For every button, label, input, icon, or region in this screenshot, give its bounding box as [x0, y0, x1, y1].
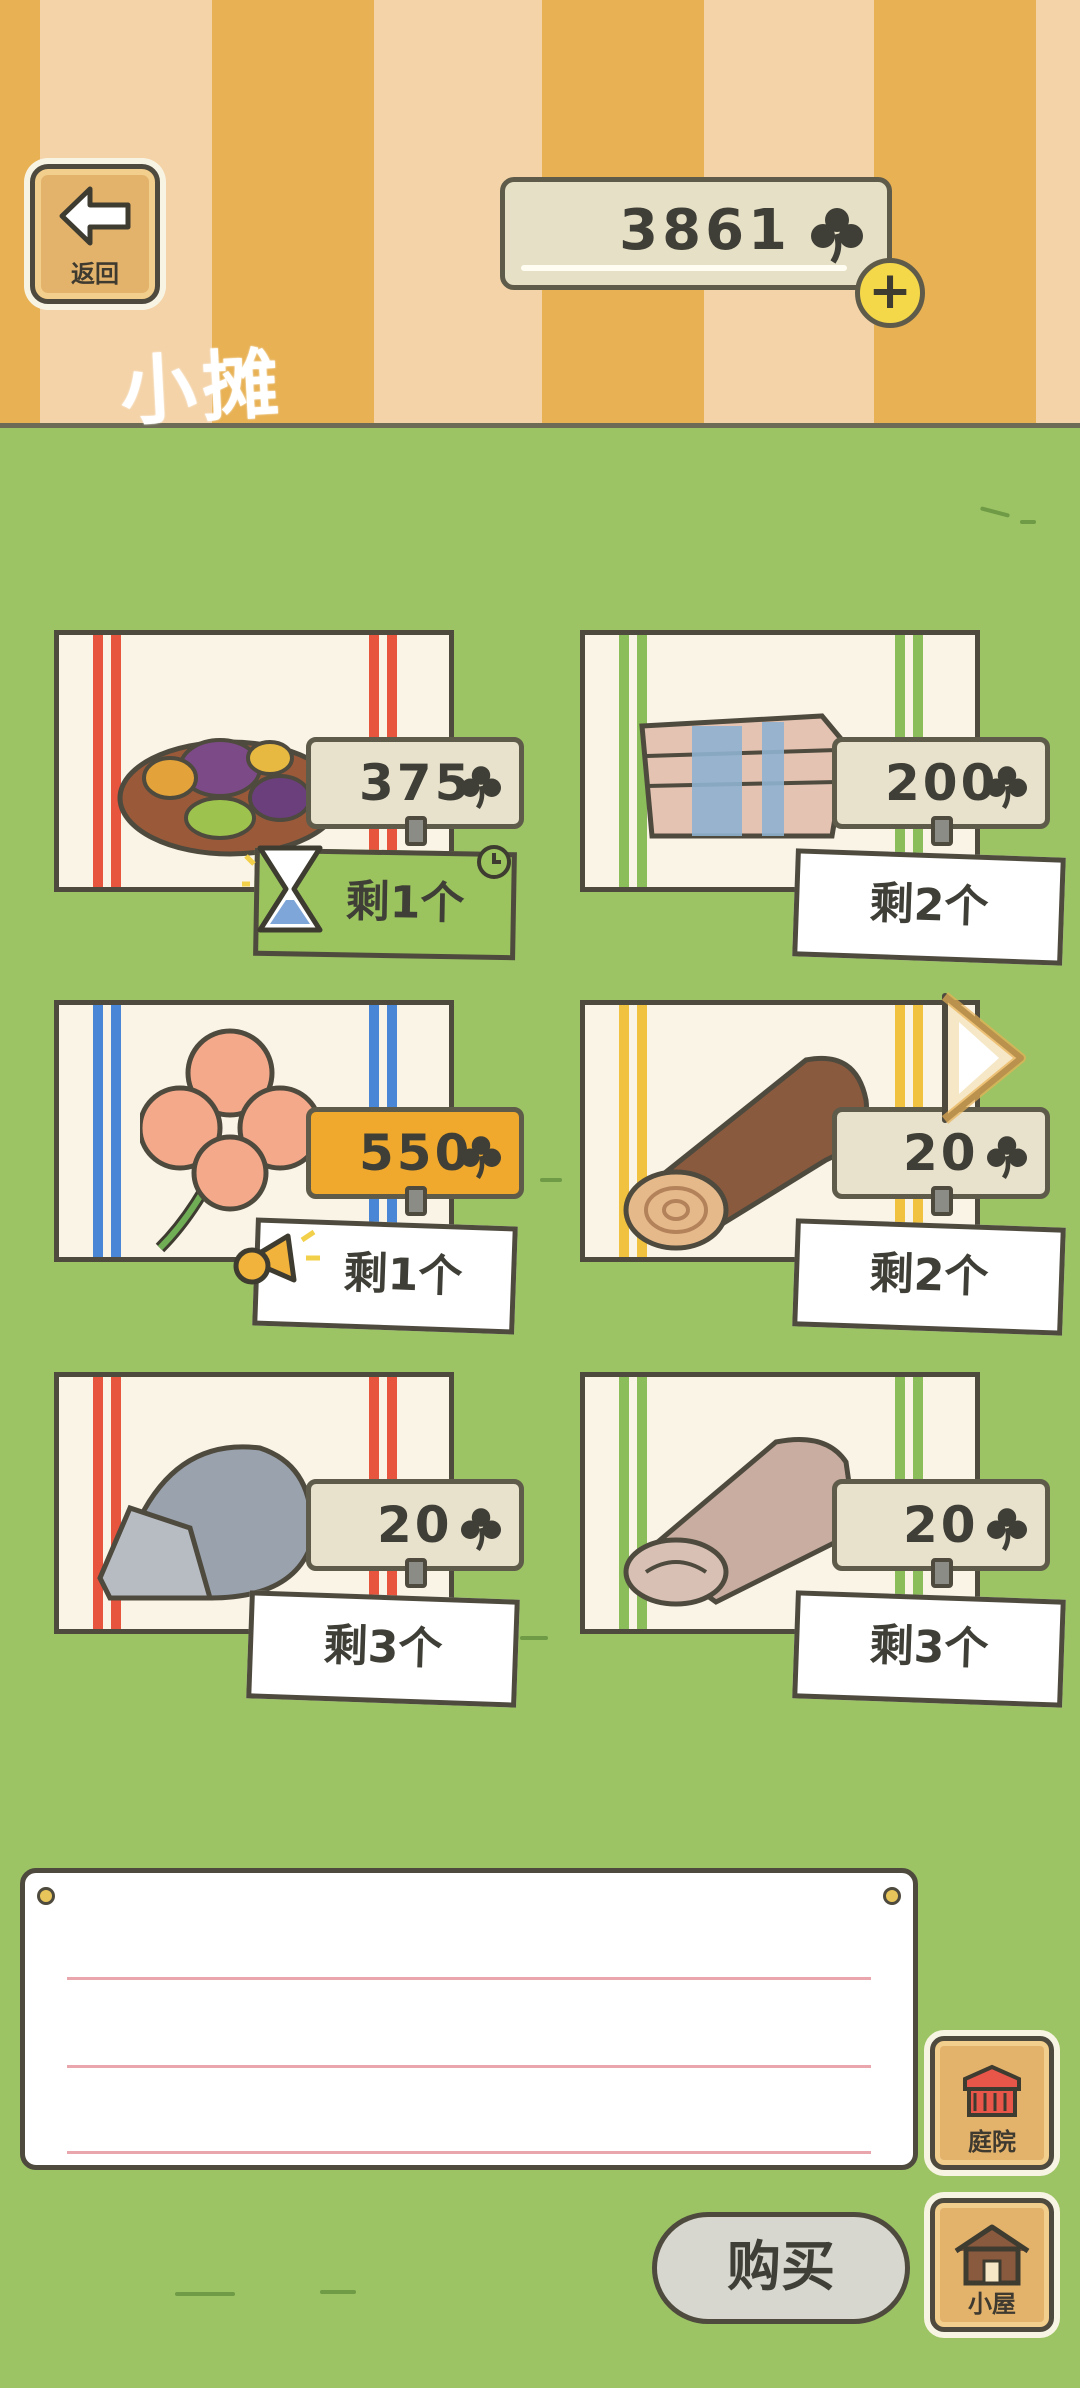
- price-tag: 200: [832, 737, 1050, 846]
- shop-item-four-leaf-clover[interactable]: 550 剩1个: [40, 1000, 524, 1335]
- price-value: 550: [359, 1124, 473, 1182]
- stock-label: 剩3个: [246, 1590, 520, 1708]
- clover-icon: [811, 208, 863, 264]
- price-tag: 550: [306, 1107, 524, 1216]
- hourglass-icon: [242, 845, 323, 933]
- coin-balance: 3861: [500, 177, 892, 290]
- shop-item-gray-stone[interactable]: 20 剩3个: [40, 1372, 524, 1708]
- item-description-board: [20, 1868, 918, 2170]
- price-value: 20: [903, 1496, 979, 1554]
- price-tag: 20: [832, 1479, 1050, 1588]
- gray-stone-icon: [97, 1444, 314, 1601]
- price-tag: 375: [306, 737, 524, 846]
- yard-button[interactable]: 庭院: [930, 2036, 1054, 2170]
- price-value: 20: [377, 1496, 453, 1554]
- buy-button[interactable]: 购买: [652, 2212, 910, 2324]
- price-value: 20: [903, 1124, 979, 1182]
- page-title: 小摊: [118, 338, 287, 437]
- back-label: 返回: [71, 260, 119, 288]
- house-button[interactable]: 小屋: [930, 2198, 1054, 2332]
- stock-label: 剩2个: [792, 848, 1066, 966]
- house-label: 小屋: [968, 2290, 1016, 2318]
- megaphone-icon: [233, 1229, 320, 1285]
- clover-icon: [461, 766, 501, 810]
- clover-icon: [987, 766, 1027, 810]
- yard-label: 庭院: [968, 2128, 1016, 2156]
- back-arrow-icon: [59, 186, 131, 246]
- next-page-arrow-icon[interactable]: [935, 988, 1031, 1128]
- shop-item-vegetable-dish[interactable]: 375 剩1个: [40, 630, 524, 961]
- yard-icon: [963, 2064, 1021, 2117]
- stock-label: 剩2个: [792, 1218, 1066, 1336]
- shop-item-cloth-roll[interactable]: 20 剩3个: [566, 1372, 1066, 1708]
- back-button[interactable]: 返回: [30, 164, 160, 304]
- clover-icon: [461, 1136, 501, 1180]
- clover-icon: [987, 1136, 1027, 1180]
- price-tag: 20: [306, 1479, 524, 1588]
- stock-label: 剩3个: [792, 1590, 1066, 1708]
- clover-icon: [461, 1508, 501, 1552]
- clock-icon: [477, 845, 511, 879]
- house-icon: [954, 2224, 1030, 2286]
- coin-count: 3861: [619, 198, 791, 263]
- price-value: 375: [359, 754, 473, 812]
- clover-icon: [987, 1508, 1027, 1552]
- price-value: 200: [885, 754, 999, 812]
- shop-item-folded-cloth[interactable]: 200 剩2个: [566, 630, 1066, 966]
- add-coins-button[interactable]: +: [855, 258, 925, 328]
